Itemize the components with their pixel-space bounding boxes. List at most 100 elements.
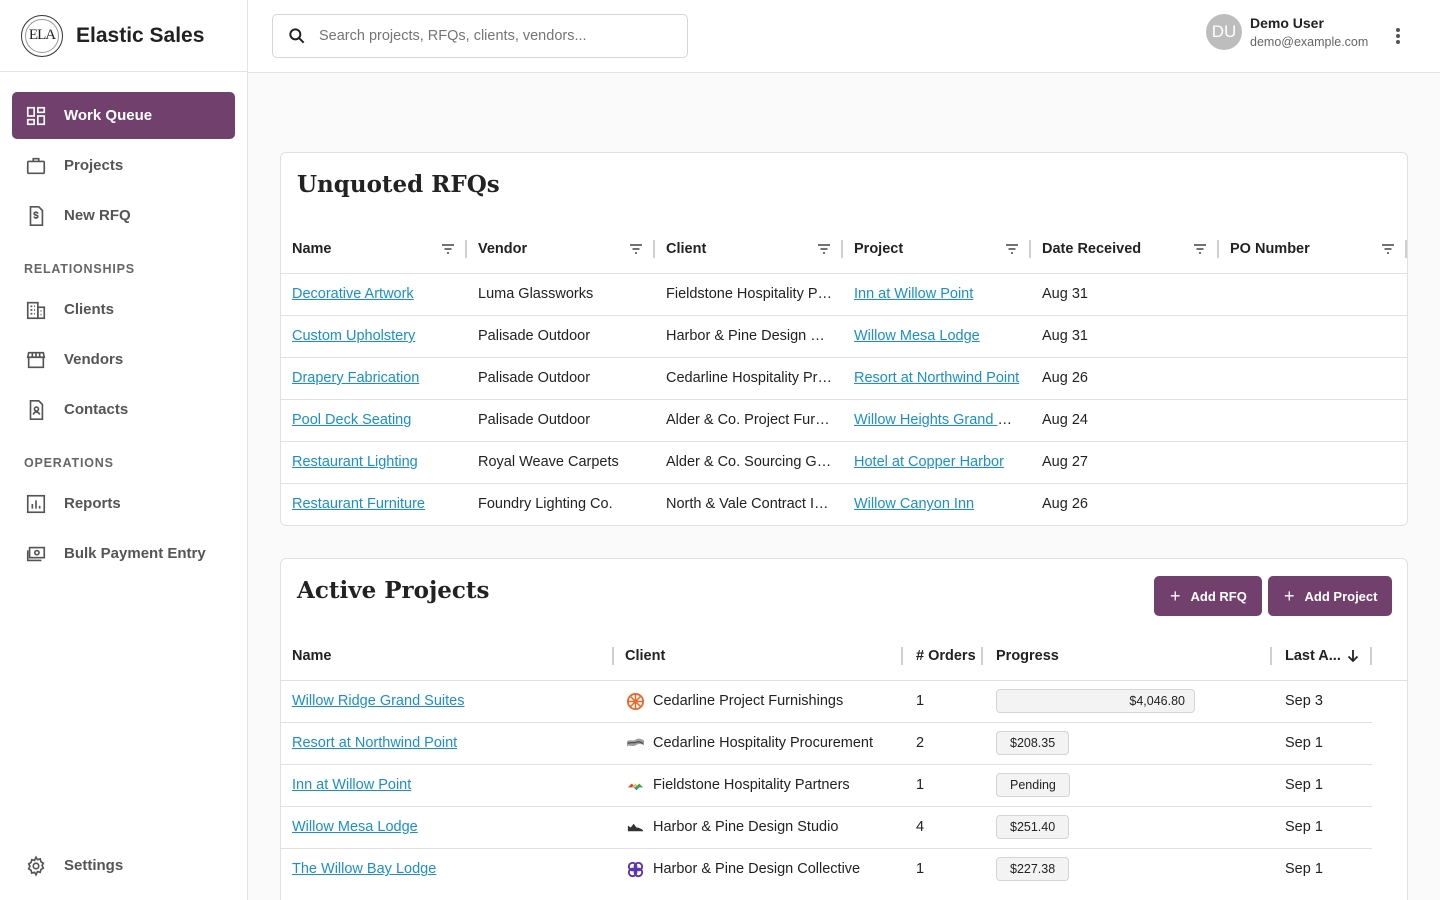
rfq-name-link[interactable]: Drapery Fabrication <box>292 370 419 386</box>
cell-po-number <box>1219 315 1407 358</box>
brand[interactable]: ELA Elastic Sales <box>0 0 247 72</box>
rfq-name-link[interactable]: Restaurant Lighting <box>292 454 418 470</box>
user-email: demo@example.com <box>1250 35 1369 49</box>
table-row[interactable]: Resort at Northwind Point Cedarline Hospi… <box>281 722 1407 765</box>
progress-bar: $251.40 <box>996 815 1070 839</box>
arrow-down-icon[interactable] <box>1346 649 1360 663</box>
filter-icon[interactable] <box>629 242 643 256</box>
filter-icon[interactable] <box>441 242 455 256</box>
user-menu[interactable]: DU Demo User demo@example.com <box>1206 14 1368 50</box>
rfq-name-link[interactable]: Custom Upholstery <box>292 328 415 344</box>
cell-last-activity: Sep 3 <box>1272 680 1372 723</box>
column-header-project[interactable]: Project <box>843 225 1031 274</box>
add-project-button[interactable]: + Add Project <box>1268 576 1393 616</box>
cell-progress: Pending <box>983 764 1272 807</box>
cell-name: Willow Mesa Lodge <box>281 806 614 849</box>
rfq-name-link[interactable]: Decorative Artwork <box>292 286 414 302</box>
sidebar-item-bulk-payment-entry[interactable]: Bulk Payment Entry <box>12 530 235 577</box>
client-name: Harbor & Pine Design Studio <box>653 819 839 835</box>
project-name-link[interactable]: Inn at Willow Point <box>292 777 411 793</box>
cell-vendor: Palisade Outdoor <box>467 399 655 442</box>
column-header-po-number[interactable]: PO Number <box>1219 225 1407 274</box>
cell-name: Willow Ridge Grand Suites <box>281 680 614 723</box>
sidebar-item-vendors[interactable]: Vendors <box>12 336 235 383</box>
table-row[interactable]: Custom Upholstery Palisade Outdoor Harbor … <box>281 315 1407 358</box>
project-name-link[interactable]: Resort at Northwind Point <box>292 735 457 751</box>
column-header-client[interactable]: Client <box>655 225 843 274</box>
client-cell: Cedarline Project Furnishings <box>625 691 903 711</box>
project-link[interactable]: Willow Mesa Lodge <box>854 328 980 344</box>
project-link[interactable]: Hotel at Copper Harbor <box>854 454 1004 470</box>
project-name-link[interactable]: The Willow Bay Lodge <box>292 861 436 877</box>
table-row[interactable]: Restaurant Furniture Foundry Lighting Co.… <box>281 483 1407 525</box>
bar-chart-icon <box>24 492 48 516</box>
table-row[interactable]: Pool Deck Seating Palisade Outdoor Alder &… <box>281 399 1407 442</box>
cell-orders: 1 <box>916 861 925 878</box>
column-header-name[interactable]: Name <box>281 225 467 274</box>
cell-project: Willow Heights Grand Ho... <box>843 399 1031 442</box>
gear-icon <box>24 854 48 878</box>
project-name-link[interactable]: Willow Mesa Lodge <box>292 819 418 835</box>
sidebar-item-label: Clients <box>64 301 115 318</box>
table-row[interactable]: Decorative Artwork Luma Glassworks Fieldst… <box>281 273 1407 316</box>
cell-last-activity: Sep 1 <box>1285 861 1323 878</box>
cell-po-number <box>1219 441 1407 484</box>
project-link[interactable]: Inn at Willow Point <box>854 286 973 302</box>
table-row[interactable]: Drapery Fabrication Palisade Outdoor Cedar… <box>281 357 1407 400</box>
client-cell: Cedarline Hospitality Procurement <box>625 733 903 753</box>
column-header-progress[interactable]: Progress <box>983 632 1272 681</box>
project-link[interactable]: Resort at Northwind Point <box>854 370 1019 386</box>
sidebar-item-label: New RFQ <box>64 207 131 224</box>
more-vert-icon[interactable] <box>1388 24 1408 48</box>
user-info: Demo User demo@example.com <box>1250 15 1368 49</box>
column-header-client[interactable]: Client <box>614 632 903 681</box>
cell-progress: $208.35 <box>983 722 1272 765</box>
sidebar-item-work-queue[interactable]: Work Queue <box>12 92 235 139</box>
card-title: Active Projects <box>297 577 490 604</box>
sidebar-item-label: Vendors <box>64 351 124 368</box>
avatar[interactable]: DU <box>1206 14 1242 50</box>
column-header-vendor[interactable]: Vendor <box>467 225 655 274</box>
sidebar-item-projects[interactable]: Projects <box>12 142 235 189</box>
sidebar-item-settings[interactable]: Settings <box>12 842 236 889</box>
sidebar-item-contacts[interactable]: Contacts <box>12 386 235 433</box>
cell-orders: 2 <box>903 722 983 765</box>
cell-project: Inn at Willow Point <box>843 273 1031 316</box>
table-row[interactable]: Willow Mesa Lodge Harbor & Pine Design St… <box>281 806 1407 849</box>
rfq-name-link[interactable]: Restaurant Furniture <box>292 496 425 512</box>
cell-project: Willow Mesa Lodge <box>843 315 1031 358</box>
project-link[interactable]: Willow Heights Grand Ho... <box>854 412 1028 428</box>
column-header-orders[interactable]: # Orders <box>903 632 983 681</box>
rfq-name-link[interactable]: Pool Deck Seating <box>292 412 411 428</box>
column-header-last-activity[interactable]: Last A... <box>1272 632 1372 681</box>
gray-wave-icon <box>625 733 645 753</box>
sidebar-item-new-rfq[interactable]: New RFQ <box>12 192 235 239</box>
cell-client: Alder & Co. Project Furni... <box>655 399 843 442</box>
cell-date-received: Aug 26 <box>1042 496 1088 513</box>
column-header-name[interactable]: Name <box>281 632 614 681</box>
column-header-date-received[interactable]: Date Received <box>1031 225 1219 274</box>
filter-icon[interactable] <box>1193 242 1207 256</box>
user-name: Demo User <box>1250 15 1324 31</box>
table-row[interactable]: Restaurant Lighting Royal Weave Carpets Al… <box>281 441 1407 484</box>
client-name: Harbor & Pine Design Collective <box>653 861 861 878</box>
sidebar-item-clients[interactable]: Clients <box>12 286 235 333</box>
table-row[interactable]: The Willow Bay Lodge Harbor & Pine Design… <box>281 848 1407 890</box>
table-row[interactable]: Inn at Willow Point Fieldstone Hospitalit… <box>281 764 1407 807</box>
add-rfq-button[interactable]: + Add RFQ <box>1154 576 1262 616</box>
cell-spacer <box>1372 848 1407 890</box>
project-name-link[interactable]: Willow Ridge Grand Suites <box>292 693 464 709</box>
cell-orders: 1 <box>903 764 983 807</box>
filter-icon[interactable] <box>1381 242 1395 256</box>
search-input[interactable] <box>319 28 659 44</box>
cell-vendor: Royal Weave Carpets <box>467 441 655 484</box>
rfq-table: Name Vendor Client Project Date Received… <box>281 225 1407 525</box>
search-box[interactable] <box>272 14 688 58</box>
table-row[interactable]: Willow Ridge Grand Suites Cedarline Proje… <box>281 680 1407 723</box>
filter-icon[interactable] <box>817 242 831 256</box>
cell-orders: 4 <box>903 806 983 849</box>
cell-progress: $227.38 <box>983 848 1272 890</box>
filter-icon[interactable] <box>1005 242 1019 256</box>
sidebar-item-reports[interactable]: Reports <box>12 480 235 527</box>
project-link[interactable]: Willow Canyon Inn <box>854 496 974 512</box>
